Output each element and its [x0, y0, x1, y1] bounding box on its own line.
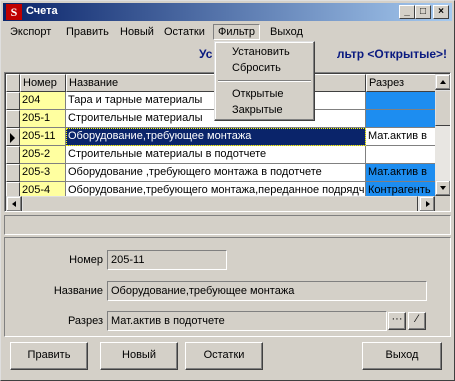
- maximize-button[interactable]: □: [415, 5, 431, 19]
- vertical-scroll-thumb[interactable]: [435, 90, 450, 126]
- razrez-field[interactable]: Мат.актив в подотчете: [107, 311, 387, 331]
- menu-item-reset-filter[interactable]: Сбросить: [217, 60, 312, 76]
- cell-number[interactable]: 205-2: [20, 146, 66, 164]
- menu-exit[interactable]: Выход: [265, 24, 308, 40]
- table-row[interactable]: 205-3 Оборудование ,требующего монтажа в…: [6, 164, 436, 182]
- arrow-left-icon: [12, 201, 16, 207]
- menu-new[interactable]: Новый: [115, 24, 159, 40]
- window-title: Счета: [26, 5, 58, 17]
- cell-razrez[interactable]: Мат.актив в: [366, 128, 436, 146]
- menu-bar: Экспорт Править Новый Остатки Фильтр Вых…: [3, 22, 452, 41]
- app-icon[interactable]: S: [6, 4, 22, 20]
- cell-number[interactable]: 204: [20, 92, 66, 110]
- row-indicator-current[interactable]: [6, 128, 20, 146]
- cell-razrez[interactable]: [366, 146, 436, 164]
- menu-separator: [218, 80, 311, 82]
- cell-number[interactable]: 205-11: [20, 128, 66, 146]
- menu-edit[interactable]: Править: [61, 24, 114, 40]
- menu-balances[interactable]: Остатки: [159, 24, 210, 40]
- scroll-up-button[interactable]: [435, 74, 450, 90]
- scroll-down-button[interactable]: [435, 180, 450, 196]
- row-indicator[interactable]: [6, 164, 20, 182]
- razrez-select-button[interactable]: ···: [388, 312, 406, 330]
- razrez-clear-button[interactable]: ⁄: [408, 312, 426, 330]
- close-button[interactable]: ×: [433, 5, 449, 19]
- number-field[interactable]: 205-11: [107, 250, 227, 270]
- status-bar: [4, 215, 451, 235]
- balances-button[interactable]: Остатки: [185, 342, 263, 370]
- cell-number[interactable]: 205-1: [20, 110, 66, 128]
- cell-razrez[interactable]: [366, 110, 436, 128]
- menu-item-set-filter[interactable]: Установить: [217, 44, 312, 60]
- horizontal-scroll-thumb[interactable]: [22, 196, 418, 211]
- minimize-button[interactable]: _: [399, 5, 415, 19]
- razrez-label: Разрез: [67, 315, 103, 327]
- current-row-arrow-icon: [10, 133, 15, 143]
- table-row[interactable]: 205-2 Строительные материалы в подотчете: [6, 146, 436, 164]
- name-label: Название: [53, 285, 103, 297]
- cell-razrez[interactable]: [366, 92, 436, 110]
- new-button[interactable]: Новый: [100, 342, 178, 370]
- menu-item-closed[interactable]: Закрытые: [217, 102, 312, 118]
- table-row-selected[interactable]: 205-11 Оборудование,требующее монтажа Ма…: [6, 128, 436, 146]
- detail-panel: Номер 205-11 Название Оборудование,требу…: [4, 237, 451, 337]
- cell-number[interactable]: 205-3: [20, 164, 66, 182]
- column-header-razrez[interactable]: Разрез: [366, 74, 436, 92]
- row-indicator[interactable]: [6, 146, 20, 164]
- scroll-left-button[interactable]: [6, 196, 22, 211]
- number-label: Номер: [69, 254, 103, 266]
- exit-button[interactable]: Выход: [362, 342, 442, 370]
- edit-button[interactable]: Править: [10, 342, 88, 370]
- cell-name[interactable]: Оборудование ,требующего монтажа в подот…: [66, 164, 366, 182]
- cell-razrez[interactable]: Мат.актив в: [366, 164, 436, 182]
- accounts-window: S Счета _ □ × Экспорт Править Новый Оста…: [0, 0, 455, 381]
- scrollbar-corner: [435, 196, 450, 211]
- grid-header-indicator: [6, 74, 20, 92]
- arrow-right-icon: [426, 201, 430, 207]
- menu-item-open[interactable]: Открытые: [217, 86, 312, 102]
- menu-filter[interactable]: Фильтр: [213, 24, 260, 40]
- column-header-number[interactable]: Номер: [20, 74, 66, 92]
- filter-dropdown-menu: Установить Сбросить Открытые Закрытые: [214, 41, 315, 121]
- horizontal-scrollbar[interactable]: [6, 196, 435, 211]
- name-field[interactable]: Оборудование,требующее монтажа: [107, 281, 427, 301]
- scroll-right-button[interactable]: [419, 196, 435, 211]
- row-indicator[interactable]: [6, 92, 20, 110]
- title-bar[interactable]: S Счета _ □ ×: [3, 3, 452, 21]
- arrow-down-icon: [440, 186, 446, 190]
- cell-name[interactable]: Оборудование,требующее монтажа: [66, 128, 366, 146]
- cell-name[interactable]: Строительные материалы в подотчете: [66, 146, 366, 164]
- arrow-up-icon: [440, 80, 446, 84]
- vertical-scrollbar[interactable]: [435, 74, 450, 196]
- row-indicator[interactable]: [6, 110, 20, 128]
- menu-export[interactable]: Экспорт: [5, 24, 56, 40]
